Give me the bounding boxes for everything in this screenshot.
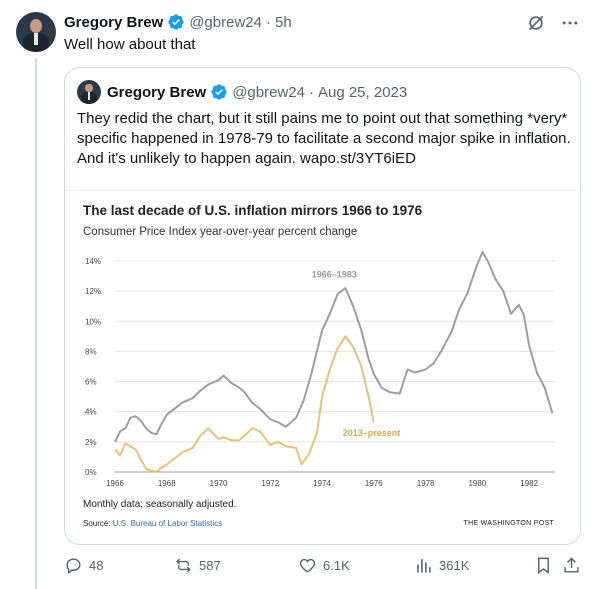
top-right-icons [526, 13, 580, 33]
retweet-icon [176, 558, 191, 573]
quoted-date[interactable]: Aug 25, 2023 [318, 84, 407, 101]
analytics-icon [417, 559, 431, 573]
x-tick-label: 1972 [261, 479, 279, 488]
reply-icon [66, 558, 81, 575]
chart-brand: THE WASHINGTON POST [463, 520, 554, 527]
quoted-text: They redid the chart, but it still pains… [77, 110, 571, 167]
reply-button[interactable]: 48 [64, 556, 103, 575]
chart-source-link: U.S. Bureau of Labor Statistics [112, 519, 223, 528]
views-button[interactable]: 361K [414, 556, 469, 575]
x-tick-label: 1974 [313, 479, 331, 488]
inflation-line-chart: 14% 12% 10% 8% 6% 4% 2% 0% 1966 1968 1970 1972 1974 1… [85, 251, 555, 488]
retweet-count: 587 [199, 558, 221, 573]
author-avatar[interactable] [16, 12, 56, 52]
quoted-tweet[interactable]: Gregory Brew @gbrew24 · Aug 25, 2023 The… [64, 67, 581, 545]
bookmark-icon [538, 557, 549, 575]
y-tick-label: 0% [85, 468, 97, 477]
x-tick-label: 1970 [210, 479, 228, 488]
y-tick-label: 12% [85, 287, 101, 296]
thread-line [35, 58, 37, 589]
author-handle[interactable]: @gbrew24 [189, 14, 262, 31]
y-tick-label: 10% [85, 317, 101, 326]
y-tick-label: 6% [85, 378, 97, 387]
series-line-2013-present [114, 335, 375, 473]
verified-badge-icon [211, 84, 227, 100]
like-button[interactable]: 6.1K [298, 556, 350, 575]
x-tick-label: 1966 [106, 479, 124, 488]
chart-note: Monthly data; seasonally adjusted. [83, 499, 237, 510]
chart-source-prefix: Source: [83, 519, 113, 528]
series-label-2013-present: 2013–present [343, 428, 401, 438]
quoted-author-handle[interactable]: @gbrew24 [232, 84, 305, 101]
verified-badge-icon [168, 14, 184, 30]
like-count: 6.1K [323, 558, 350, 573]
reply-count: 48 [89, 558, 104, 573]
tweet-time[interactable]: 5h [275, 14, 292, 31]
author-name[interactable]: Gregory Brew [64, 14, 163, 31]
x-tick-label: 1976 [365, 479, 383, 488]
share-button[interactable] [562, 556, 587, 575]
more-options-icon[interactable] [560, 13, 580, 33]
chart-source: Source: U.S. Bureau of Labor Statistics [83, 519, 222, 528]
series-line-1966-1983 [114, 251, 554, 443]
separator-dot: · [265, 13, 271, 31]
heart-icon [299, 558, 316, 573]
view-count: 361K [439, 558, 470, 573]
y-tick-label: 2% [85, 438, 97, 447]
separator-dot: · [308, 83, 314, 101]
bookmark-button[interactable] [534, 556, 559, 575]
x-tick-label: 1982 [520, 479, 538, 488]
quoted-author-avatar[interactable] [77, 80, 101, 104]
y-tick-label: 8% [85, 347, 97, 356]
x-tick-label: 1978 [417, 479, 435, 488]
share-icon [564, 557, 579, 573]
tweet-text: Well how about that [64, 36, 196, 53]
quoted-header: Gregory Brew @gbrew24 · Aug 25, 2023 [107, 83, 407, 101]
quoted-author-name[interactable]: Gregory Brew [107, 84, 206, 101]
action-bar: 48 587 6.1K 361K [64, 556, 584, 580]
y-tick-label: 14% [85, 257, 101, 266]
chart-image[interactable]: The last decade of U.S. inflation mirror… [65, 190, 580, 544]
grok-icon[interactable] [526, 13, 546, 33]
y-tick-label: 4% [85, 408, 97, 417]
retweet-button[interactable]: 587 [174, 556, 221, 575]
x-tick-label: 1980 [468, 479, 486, 488]
series-label-1966-1983: 1966–1983 [312, 270, 357, 280]
x-tick-label: 1968 [158, 479, 176, 488]
tweet-header: Gregory Brew @gbrew24 · 5h [64, 13, 292, 31]
